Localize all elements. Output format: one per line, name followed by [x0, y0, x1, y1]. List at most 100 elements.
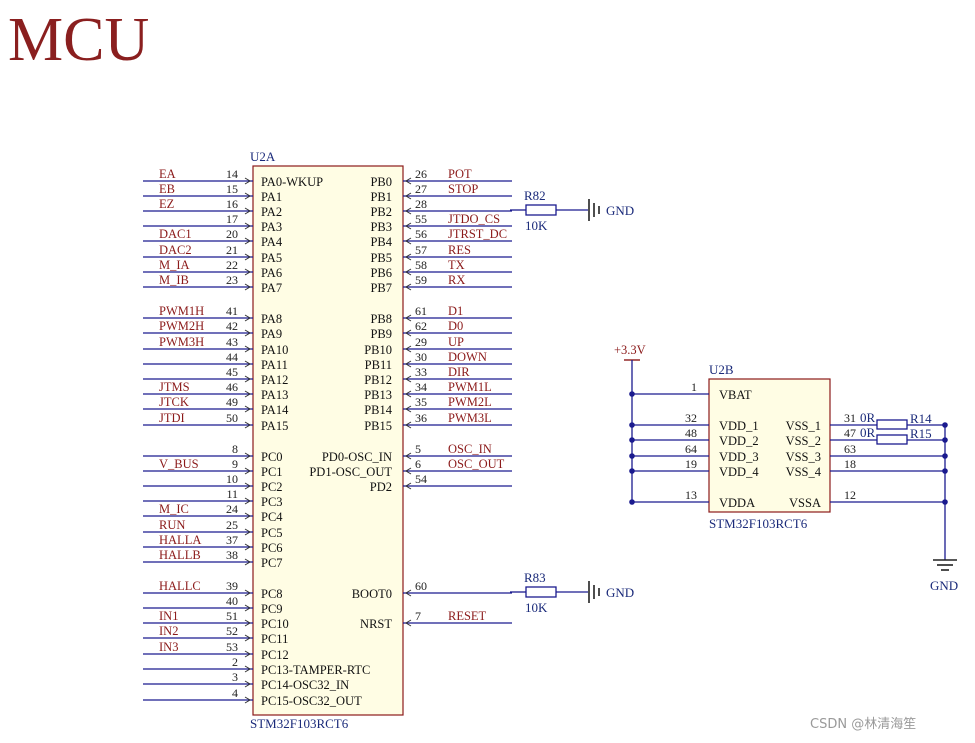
pin-number: 16 — [226, 197, 238, 211]
pin-number: 6 — [415, 457, 421, 471]
pin-number: 52 — [226, 624, 238, 638]
pin-number: 58 — [415, 258, 427, 272]
pin-number: 64 — [685, 442, 697, 456]
pin-name: PB12 — [364, 373, 392, 387]
pin-name: PB8 — [370, 312, 392, 326]
pin-number: 42 — [226, 319, 238, 333]
pin-name: PA1 — [261, 190, 282, 204]
pin-number: 20 — [226, 227, 238, 241]
pin-name: PC4 — [261, 510, 283, 524]
net-label: JTMS — [159, 380, 190, 394]
r83-ref: R83 — [524, 570, 546, 585]
r82-value: 10K — [525, 218, 548, 233]
pin-number: 28 — [415, 197, 427, 211]
pin-name: PC12 — [261, 648, 289, 662]
pin-number: 53 — [226, 640, 238, 654]
pin-name: PA2 — [261, 205, 282, 219]
pin-number: 62 — [415, 319, 427, 333]
pin-name: PB4 — [370, 235, 392, 249]
pin-name: VDD_3 — [719, 450, 759, 464]
pin-name: PA0-WKUP — [261, 175, 323, 189]
pin-name: PB15 — [364, 419, 392, 433]
pin-name: PA5 — [261, 251, 282, 265]
pin-number: 27 — [415, 182, 427, 196]
pin-number: 26 — [415, 167, 427, 181]
pin-number: 51 — [226, 609, 238, 623]
pin-name: PB6 — [370, 266, 392, 280]
pin-name: PB1 — [370, 190, 392, 204]
schematic-canvas: MCU U2A STM32F103RCT6 14PA0-WKUPEA15PA1E… — [8, 6, 958, 732]
pin-number: 29 — [415, 335, 427, 349]
pin-number: 48 — [685, 426, 697, 440]
pin-name: PA14 — [261, 403, 289, 417]
net-label: IN2 — [159, 624, 178, 638]
net-label: V_BUS — [159, 457, 199, 471]
u2b-ref: U2B — [709, 362, 734, 377]
net-label: UP — [448, 335, 464, 349]
pin-name: PB5 — [370, 251, 392, 265]
net-label: M_IC — [159, 502, 189, 516]
net-label: PWM1H — [159, 304, 204, 318]
pin-name: PA12 — [261, 373, 288, 387]
pin-number: 44 — [226, 350, 238, 364]
pin-name: VSS_4 — [786, 465, 822, 479]
pin-number: 15 — [226, 182, 238, 196]
net-label: OSC_IN — [448, 442, 492, 456]
pin-number: 40 — [226, 594, 238, 608]
pin-number: 8 — [232, 442, 238, 456]
net-label: D1 — [448, 304, 463, 318]
pin-number: 37 — [226, 533, 238, 547]
pin-name: PC8 — [261, 587, 283, 601]
pin-name: PC5 — [261, 526, 283, 540]
net-label: IN1 — [159, 609, 178, 623]
net-label: PWM3L — [448, 411, 492, 425]
pin-name: PD0-OSC_IN — [322, 450, 392, 464]
pin-name: PC1 — [261, 465, 283, 479]
pin-name: PB0 — [370, 175, 392, 189]
pin-number: 55 — [415, 212, 427, 226]
pin-number: 12 — [844, 488, 856, 502]
page-title: MCU — [8, 6, 149, 74]
pin-number: 3 — [232, 670, 238, 684]
r82-resistor: R82 10K GND — [510, 188, 634, 233]
net-label: STOP — [448, 182, 478, 196]
r15-ref: R15 — [910, 426, 932, 441]
pin-number: 45 — [226, 365, 238, 379]
pin-number: 43 — [226, 335, 238, 349]
pin-name: PA15 — [261, 419, 288, 433]
pin-name: BOOT0 — [352, 587, 392, 601]
pin-name: PB2 — [370, 205, 392, 219]
pin-name: PC10 — [261, 617, 289, 631]
pin-name: PC3 — [261, 495, 283, 509]
pin-number: 50 — [226, 411, 238, 425]
pin-number: 46 — [226, 380, 238, 394]
ground-label: GND — [930, 578, 958, 593]
pin-name: PA7 — [261, 281, 282, 295]
pin-number: 35 — [415, 395, 427, 409]
pin-number: 7 — [415, 609, 421, 623]
pin-number: 49 — [226, 395, 238, 409]
net-label: HALLA — [159, 533, 201, 547]
net-label: DOWN — [448, 350, 487, 364]
net-label: RES — [448, 243, 471, 257]
r83-gnd-label: GND — [606, 585, 634, 600]
net-label: JTDI — [159, 411, 185, 425]
pin-name: PC0 — [261, 450, 283, 464]
pin-name: PC13-TAMPER-RTC — [261, 663, 370, 677]
net-label: PWM2H — [159, 319, 204, 333]
pin-number: 60 — [415, 579, 427, 593]
pin-number: 25 — [226, 518, 238, 532]
pin-number: 18 — [844, 457, 856, 471]
power-3v3-label: +3.3V — [614, 343, 646, 357]
pin-name: PD1-OSC_OUT — [309, 465, 392, 479]
pin-number: 56 — [415, 227, 427, 241]
pin-number: 38 — [226, 548, 238, 562]
r82-ref: R82 — [524, 188, 546, 203]
net-label: EZ — [159, 197, 174, 211]
pin-number: 34 — [415, 380, 427, 394]
net-label: D0 — [448, 319, 463, 333]
pin-number: 5 — [415, 442, 421, 456]
pin-name: PB11 — [365, 358, 392, 372]
pin-name: VDD_4 — [719, 465, 759, 479]
net-label: TX — [448, 258, 465, 272]
